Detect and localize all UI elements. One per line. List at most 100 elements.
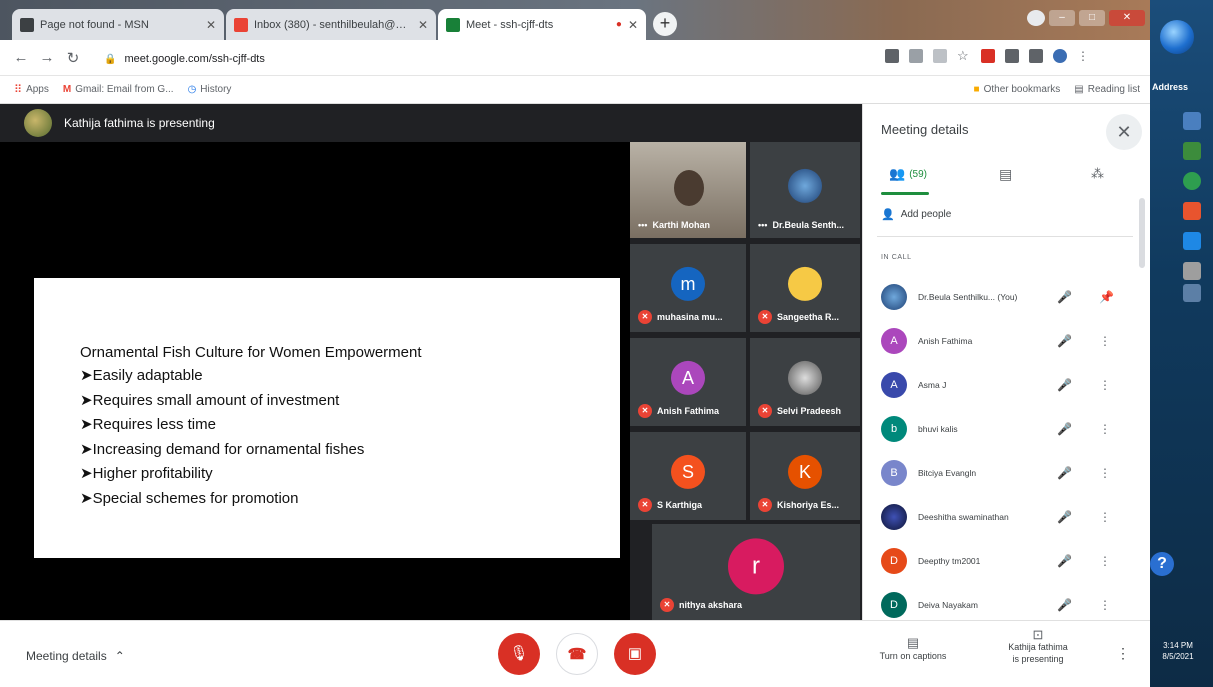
participant-row[interactable]: b bhuvi kalis 🎤 ⋮ [881, 414, 1131, 444]
mic-off-icon[interactable]: 🎤 [1057, 422, 1072, 436]
bookmark-reading-list[interactable]: ▤ Reading list [1074, 84, 1140, 95]
participant-tile-kishoriya[interactable]: K ✕ Kishoriya Es... [750, 432, 860, 520]
mic-off-icon[interactable]: 🎤 [1057, 510, 1072, 524]
participant-tile-dr-beula[interactable]: ••• Dr.Beula Senth... [750, 142, 860, 238]
participant-row[interactable]: Dr.Beula Senthilku... (You) 🎤 📌 [881, 282, 1131, 312]
close-window-button[interactable]: ✕ [1109, 10, 1145, 26]
shared-screen: Ornamental Fish Culture for Women Empowe… [0, 142, 630, 620]
taskbar-app-icon[interactable] [1183, 112, 1201, 130]
participant-row[interactable]: D Deiva Nayakam 🎤 ⋮ [881, 590, 1131, 620]
camera-icon[interactable] [885, 49, 899, 63]
mic-off-icon: ✕ [638, 310, 652, 324]
mic-off-icon[interactable]: 🎤 [1057, 378, 1072, 392]
tab-people[interactable]: 👥 (59) [889, 166, 927, 182]
more-options-icon[interactable]: ⋮ [1099, 554, 1111, 568]
avatar-icon[interactable] [1053, 49, 1067, 63]
participant-tile-karthiga[interactable]: S ✕ S Karthiga [630, 432, 746, 520]
new-tab-button[interactable]: + [653, 12, 677, 36]
extension-red-icon[interactable] [981, 49, 995, 63]
avatar: b [881, 416, 907, 442]
camera-toggle-button[interactable]: ▣ [614, 633, 656, 675]
participant-tile-anish[interactable]: A ✕ Anish Fathima [630, 338, 746, 426]
history-icon: ◷ [187, 84, 197, 95]
back-icon[interactable]: ← [8, 49, 34, 66]
extension-icon[interactable] [1005, 49, 1019, 63]
bookmark-gmail[interactable]: M Gmail: Email from G... [63, 84, 174, 95]
participant-tile-karthi-mohan[interactable]: ••• Karthi Mohan [630, 142, 746, 238]
translate-icon[interactable] [909, 49, 923, 63]
people-count: (59) [909, 168, 927, 180]
bookmark-history[interactable]: ◷ History [188, 84, 232, 95]
participant-name: Asma J [918, 380, 947, 390]
minimize-button[interactable]: – [1049, 10, 1075, 26]
clock-date: 8/5/2021 [1162, 652, 1194, 661]
participant-tile-selvi[interactable]: ✕ Selvi Pradeesh [750, 338, 860, 426]
participant-row[interactable]: B Bitciya Evangln 🎤 ⋮ [881, 458, 1131, 488]
tab-gmail[interactable]: Inbox (380) - senthilbeulah@gm... ✕ [226, 9, 436, 40]
avatar [788, 360, 822, 395]
tab-msn[interactable]: Page not found - MSN ✕ [12, 9, 224, 40]
mic-toggle-button[interactable]: 🎙 [498, 633, 540, 675]
address-bar[interactable]: 🔒 meet.google.com/ssh-cjff-dts [104, 46, 874, 72]
participant-tile-sangeetha[interactable]: ✕ Sangeetha R... [750, 244, 860, 332]
mic-off-icon[interactable]: 🎤 [1057, 466, 1072, 480]
help-icon[interactable]: ? [1150, 552, 1174, 576]
tab-chat[interactable]: ▤ [999, 166, 1012, 183]
windows-start-icon[interactable] [1160, 20, 1194, 54]
participant-row[interactable]: D Deepthy tm2001 🎤 ⋮ [881, 546, 1131, 576]
add-people-button[interactable]: 👤 Add people [881, 208, 951, 221]
participant-name: Bitciya Evangln [918, 468, 977, 478]
chrome-icon[interactable] [1183, 172, 1201, 190]
avatar: A [881, 372, 907, 398]
close-tab-icon[interactable]: ✕ [628, 18, 638, 32]
more-options-icon[interactable]: ⋮ [1099, 510, 1111, 524]
more-options-icon[interactable]: ⋮ [1099, 334, 1111, 348]
mic-off-icon[interactable]: 🎤 [1057, 290, 1072, 304]
tab-activities[interactable]: ⁂ [1091, 166, 1104, 182]
star-icon[interactable]: ☆ [957, 49, 971, 63]
taskbar-app-icon[interactable] [1183, 202, 1201, 220]
meeting-details-button[interactable]: Meeting details ⌃ [26, 649, 125, 663]
participant-tile-nithya[interactable]: r ✕ nithya akshara [652, 524, 860, 620]
taskbar-app-icon[interactable] [1183, 142, 1201, 160]
avatar [24, 109, 52, 137]
more-options-icon[interactable]: ⋮ [1099, 466, 1111, 480]
close-tab-icon[interactable]: ✕ [206, 18, 216, 32]
participant-tile-muhasina[interactable]: m ✕ muhasina mu... [630, 244, 746, 332]
bookmark-other[interactable]: ■ Other bookmarks [974, 84, 1061, 95]
mic-off-icon[interactable]: 🎤 [1057, 554, 1072, 568]
participant-name: Deeshitha swaminathan [918, 512, 1009, 522]
participant-row[interactable]: A Asma J 🎤 ⋮ [881, 370, 1131, 400]
tab-meet[interactable]: Meet - ssh-cjff-dts ● ✕ [438, 9, 646, 40]
kebab-menu-icon[interactable]: ⋮ [1077, 49, 1091, 63]
pin-icon[interactable]: 📌 [1099, 290, 1114, 304]
close-panel-button[interactable]: ✕ [1106, 114, 1142, 150]
mic-off-icon[interactable]: 🎤 [1057, 598, 1072, 612]
presenting-button[interactable]: ⊡ Kathija fathima is presenting [990, 628, 1086, 665]
profile-icon[interactable] [1027, 10, 1045, 26]
participant-row[interactable]: Deeshitha swaminathan 🎤 ⋮ [881, 502, 1131, 532]
forward-icon[interactable]: → [34, 49, 60, 66]
mic-off-icon: ✕ [660, 598, 674, 612]
participant-row[interactable]: A Anish Fathima 🎤 ⋮ [881, 326, 1131, 356]
add-people-label: Add people [900, 209, 952, 220]
close-tab-icon[interactable]: ✕ [418, 18, 428, 32]
leave-call-button[interactable]: ☎ [556, 633, 598, 675]
zoom-icon[interactable] [933, 49, 947, 63]
mic-off-icon[interactable]: 🎤 [1057, 334, 1072, 348]
bookmark-apps[interactable]: ⠿ Apps [14, 83, 49, 96]
more-options-icon[interactable]: ⋮ [1099, 598, 1111, 612]
more-options-icon[interactable]: ⋮ [1099, 378, 1111, 392]
more-options-icon[interactable]: ⋮ [1099, 422, 1111, 436]
reading-list-icon: ▤ [1074, 84, 1084, 95]
reload-icon[interactable]: ↻ [60, 49, 86, 67]
taskbar-app-icon[interactable] [1183, 262, 1201, 280]
taskbar-app-icon[interactable] [1183, 232, 1201, 250]
mic-off-icon: 🎙 [509, 645, 529, 662]
more-options-icon[interactable]: ⋮ [1116, 645, 1130, 662]
captions-button[interactable]: ▤ Turn on captions [868, 635, 958, 661]
scrollbar[interactable] [1139, 198, 1145, 268]
puzzle-icon[interactable] [1029, 49, 1043, 63]
taskbar-app-icon[interactable] [1183, 284, 1201, 302]
maximize-button[interactable]: □ [1079, 10, 1105, 26]
